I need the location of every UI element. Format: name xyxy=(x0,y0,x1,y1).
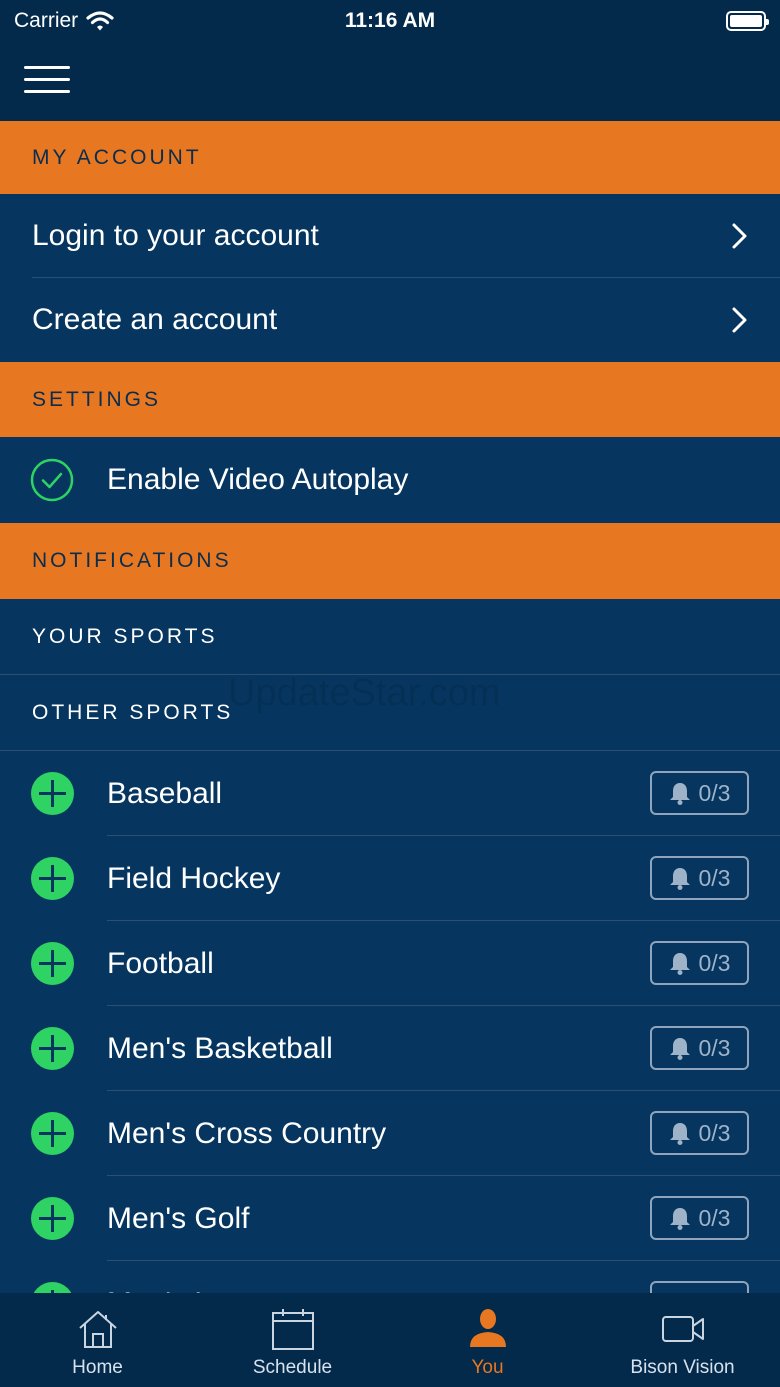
home-icon xyxy=(78,1311,117,1348)
battery-icon xyxy=(726,11,769,31)
status-left: Carrier xyxy=(14,9,114,33)
hamburger-menu-icon[interactable] xyxy=(24,66,70,96)
notification-count: 0/3 xyxy=(698,949,731,976)
other-sports-header: OTHER SPORTS xyxy=(0,675,780,750)
video-camera-icon xyxy=(661,1316,704,1342)
sport-name: Football xyxy=(107,946,214,980)
autoplay-row[interactable]: Enable Video Autoplay xyxy=(0,437,780,523)
section-my-account: MY ACCOUNT xyxy=(0,121,780,194)
login-label: Login to your account xyxy=(32,219,319,252)
check-circle-icon[interactable] xyxy=(30,458,74,502)
create-account-label: Create an account xyxy=(32,303,278,336)
sport-row[interactable]: Football 0/3 xyxy=(0,921,780,1006)
notification-count: 0/3 xyxy=(698,779,731,806)
section-notifications: NOTIFICATIONS xyxy=(0,523,780,599)
wifi-icon xyxy=(86,11,114,31)
carrier-label: Carrier xyxy=(14,9,79,32)
your-sports-header: YOUR SPORTS xyxy=(0,599,780,675)
calendar-icon xyxy=(271,1309,314,1350)
status-time: 11:16 AM xyxy=(344,9,436,32)
tab-you[interactable]: You xyxy=(390,1293,585,1387)
person-icon xyxy=(469,1309,506,1347)
add-plus-icon[interactable] xyxy=(31,1197,74,1240)
notification-count: 0/3 xyxy=(698,864,731,891)
bell-icon xyxy=(669,953,690,975)
notification-count-button[interactable]: 0/3 xyxy=(650,771,749,815)
section-settings: SETTINGS xyxy=(0,362,780,437)
notification-count-button[interactable]: 0/3 xyxy=(650,1111,749,1155)
sport-name: Baseball xyxy=(107,776,223,810)
bell-icon xyxy=(669,1208,690,1230)
notification-count-button[interactable]: 0/3 xyxy=(650,856,749,900)
notification-count: 0/3 xyxy=(698,1119,731,1146)
tab-home-label: Home xyxy=(72,1357,123,1378)
notification-count-button[interactable]: 0/3 xyxy=(650,941,749,985)
tab-home[interactable]: Home xyxy=(0,1293,195,1387)
notification-count: 0/3 xyxy=(698,1204,731,1231)
add-plus-icon[interactable] xyxy=(31,772,74,815)
status-bar: Carrier 11:16 AM xyxy=(0,0,780,42)
tab-schedule[interactable]: Schedule xyxy=(195,1293,390,1387)
tab-schedule-label: Schedule xyxy=(252,1357,333,1378)
autoplay-label: Enable Video Autoplay xyxy=(107,463,409,496)
add-plus-icon[interactable] xyxy=(31,942,74,985)
login-row[interactable]: Login to your account xyxy=(0,194,780,278)
chevron-right-icon xyxy=(732,223,747,249)
add-plus-icon[interactable] xyxy=(31,857,74,900)
bell-icon xyxy=(669,868,690,890)
sport-name: Men's Golf xyxy=(107,1201,250,1235)
bell-icon xyxy=(669,1038,690,1060)
tab-bison-vision[interactable]: Bison Vision xyxy=(585,1293,780,1387)
chevron-right-icon xyxy=(732,307,747,333)
sport-row[interactable]: Baseball 0/3 xyxy=(0,751,780,836)
tab-you-label: You xyxy=(471,1357,504,1378)
sport-name: Field Hockey xyxy=(107,861,281,895)
sport-row[interactable]: Men's Golf 0/3 xyxy=(0,1176,780,1261)
notification-count-button[interactable]: 0/3 xyxy=(650,1026,749,1070)
create-account-row[interactable]: Create an account xyxy=(0,278,780,362)
sport-row[interactable]: Men's Basketball 0/3 xyxy=(0,1006,780,1091)
sport-row[interactable]: Field Hockey 0/3 xyxy=(0,836,780,921)
tab-bar: Home Schedule You Bison Vision xyxy=(0,1293,780,1387)
notification-count: 0/3 xyxy=(698,1034,731,1061)
sport-name: Men's Basketball xyxy=(107,1031,333,1065)
bell-icon xyxy=(669,1123,690,1145)
notification-count-button[interactable]: 0/3 xyxy=(650,1196,749,1240)
tab-bison-vision-label: Bison Vision xyxy=(630,1357,735,1378)
bell-icon xyxy=(669,783,690,805)
sport-name: Men's Cross Country xyxy=(107,1116,387,1150)
nav-bar xyxy=(0,42,780,121)
add-plus-icon[interactable] xyxy=(31,1027,74,1070)
add-plus-icon[interactable] xyxy=(31,1112,74,1155)
sport-row[interactable]: Men's Cross Country 0/3 xyxy=(0,1091,780,1176)
